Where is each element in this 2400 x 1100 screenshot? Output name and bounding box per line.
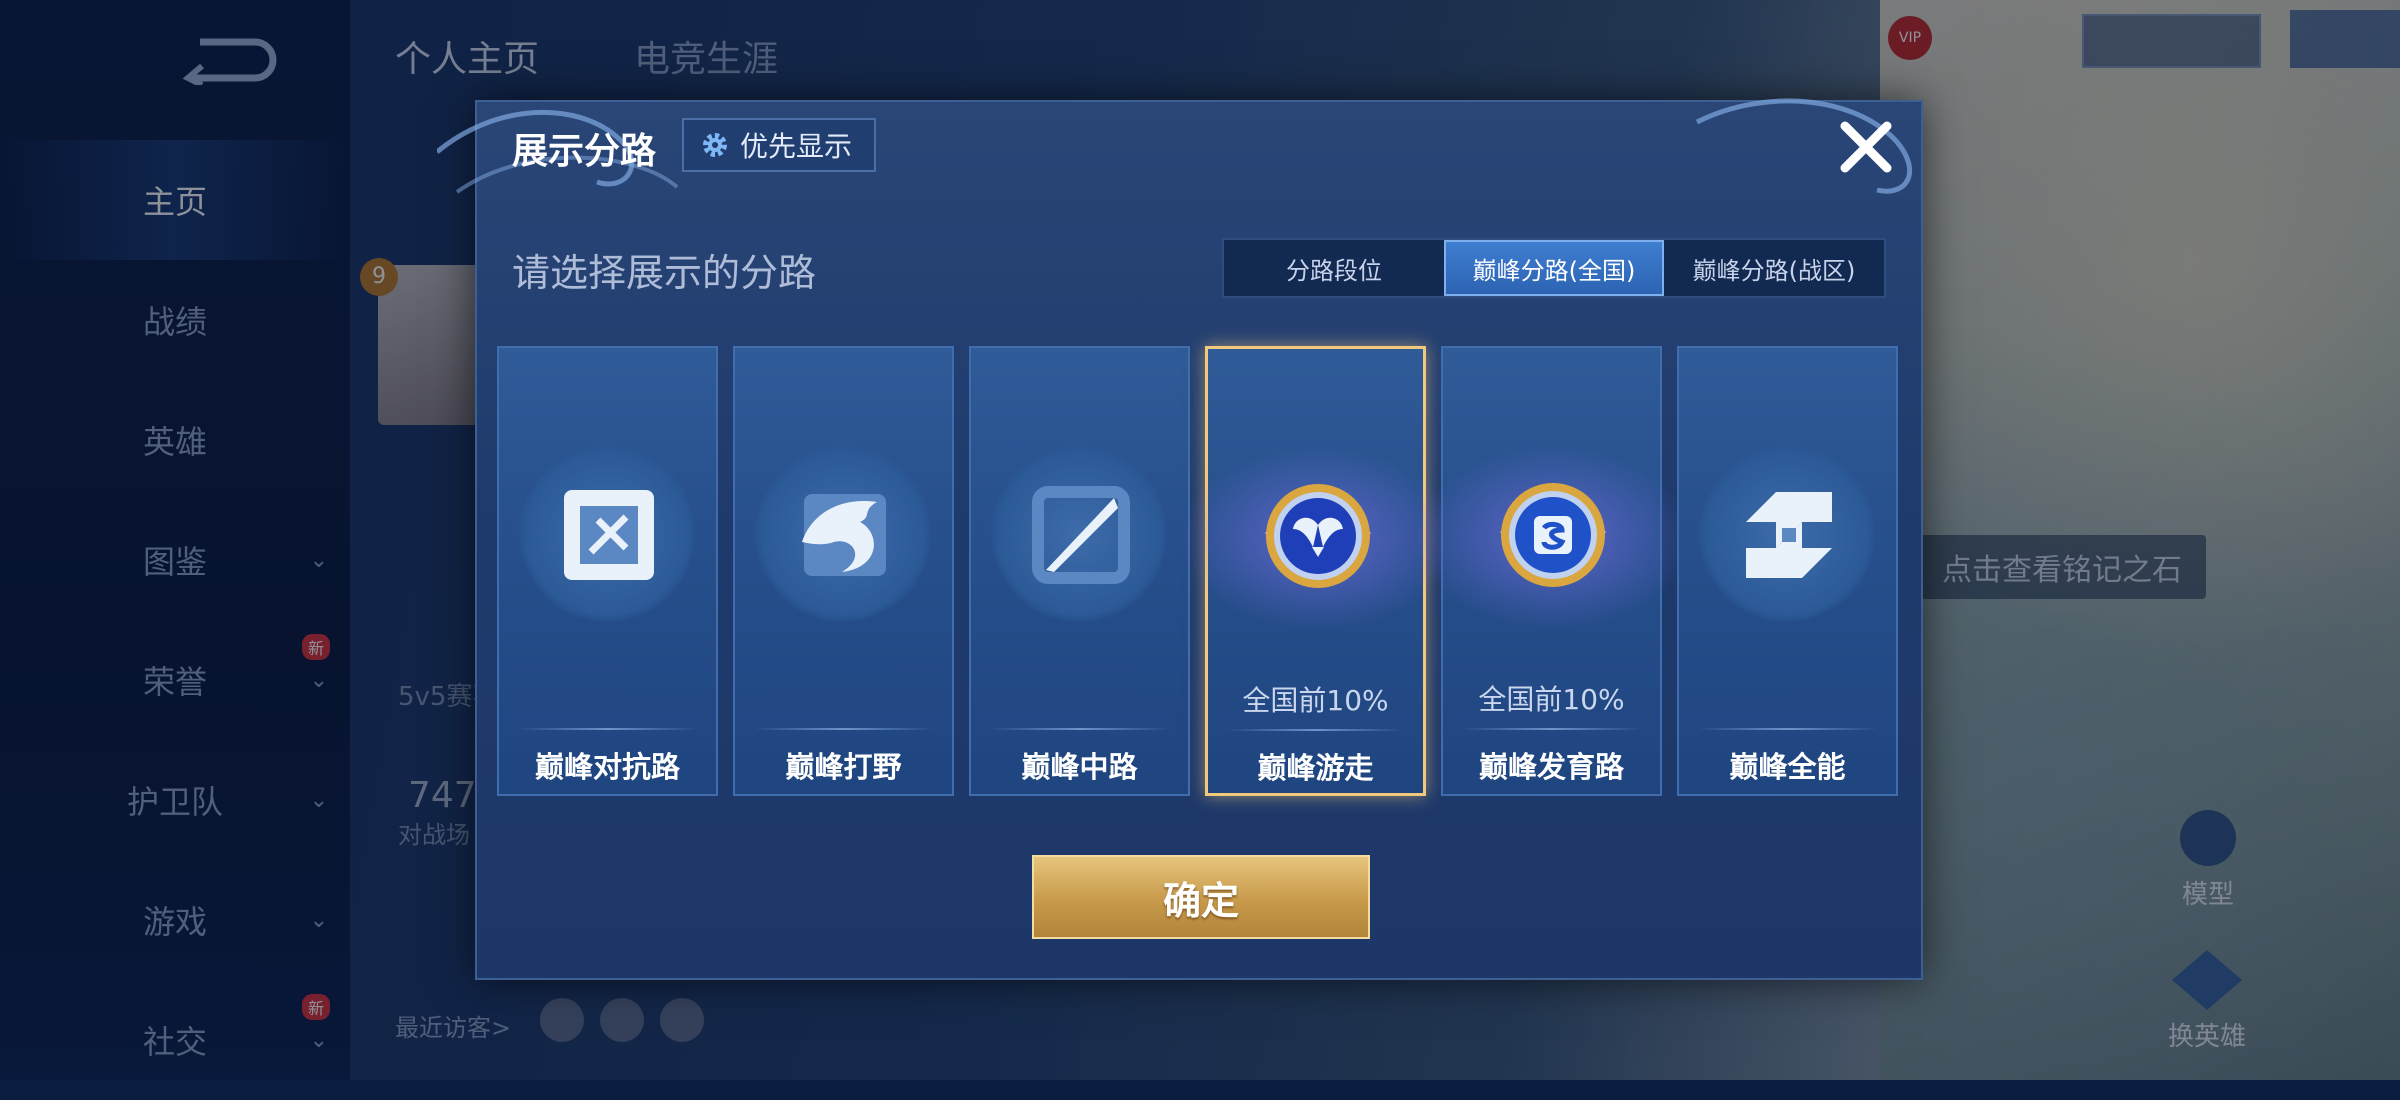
mid-lane-icon (1018, 472, 1144, 598)
card-label: 巅峰对抗路 (534, 750, 680, 784)
tab-peak-lane-region[interactable]: 巅峰分路(战区) (1664, 240, 1884, 296)
confirm-button[interactable]: 确定 (1032, 855, 1370, 939)
priority-display-button[interactable]: 优先显示 (682, 118, 877, 172)
close-icon (1840, 121, 1892, 173)
lane-display-dialog: 展示分路 优先显示 请选择展示的分路 分路段位 巅峰分路(全国) 巅峰分路(战区… (437, 98, 1923, 980)
dialog-subtitle: 请选择展示的分路 (512, 251, 817, 295)
rank-text: 全国前10% (1242, 684, 1389, 717)
tab-lane-rank[interactable]: 分路段位 (1224, 240, 1444, 296)
clash-lane-icon (546, 472, 672, 598)
lane-card-clash[interactable]: 巅峰对抗路 (497, 346, 718, 796)
ranking-scope-tabs: 分路段位 巅峰分路(全国) 巅峰分路(战区) (1222, 238, 1886, 298)
card-label: 巅峰打野 (785, 750, 902, 784)
card-divider (1226, 729, 1405, 731)
rank-text: 全国前10% (1478, 683, 1625, 716)
tab-peak-lane-national[interactable]: 巅峰分路(全国) (1444, 240, 1664, 296)
priority-label: 优先显示 (740, 130, 853, 163)
lane-card-all-round[interactable]: 巅峰全能 (1677, 346, 1898, 796)
farm-lane-emblem-icon (1490, 472, 1616, 598)
lane-card-list: 巅峰对抗路 巅峰打野 巅峰中路 全国前10% 巅峰游走 全国前10% 巅峰发育路… (497, 346, 1898, 796)
card-divider (989, 728, 1170, 730)
card-divider (753, 728, 934, 730)
card-label: 巅峰中路 (1021, 750, 1138, 784)
lane-card-farm[interactable]: 全国前10% 巅峰发育路 (1403, 346, 1703, 796)
card-divider (517, 728, 698, 730)
card-label: 巅峰全能 (1729, 750, 1846, 784)
card-divider (1461, 728, 1642, 730)
dialog-title: 展示分路 (512, 131, 657, 172)
card-label: 巅峰发育路 (1478, 750, 1624, 784)
card-divider (1697, 728, 1878, 730)
card-label: 巅峰游走 (1257, 751, 1374, 785)
lane-card-mid[interactable]: 巅峰中路 (969, 346, 1190, 796)
lane-card-roam[interactable]: 全国前10% 巅峰游走 (1168, 346, 1468, 796)
close-button[interactable] (1833, 114, 1899, 180)
roam-wings-emblem-icon (1255, 473, 1381, 599)
decorative-cloud-swirl (437, 98, 1912, 194)
lane-card-jungle[interactable]: 巅峰打野 (733, 346, 954, 796)
all-round-icon (1726, 472, 1852, 598)
jungle-dragon-icon (782, 472, 908, 598)
gear-icon (703, 133, 727, 157)
